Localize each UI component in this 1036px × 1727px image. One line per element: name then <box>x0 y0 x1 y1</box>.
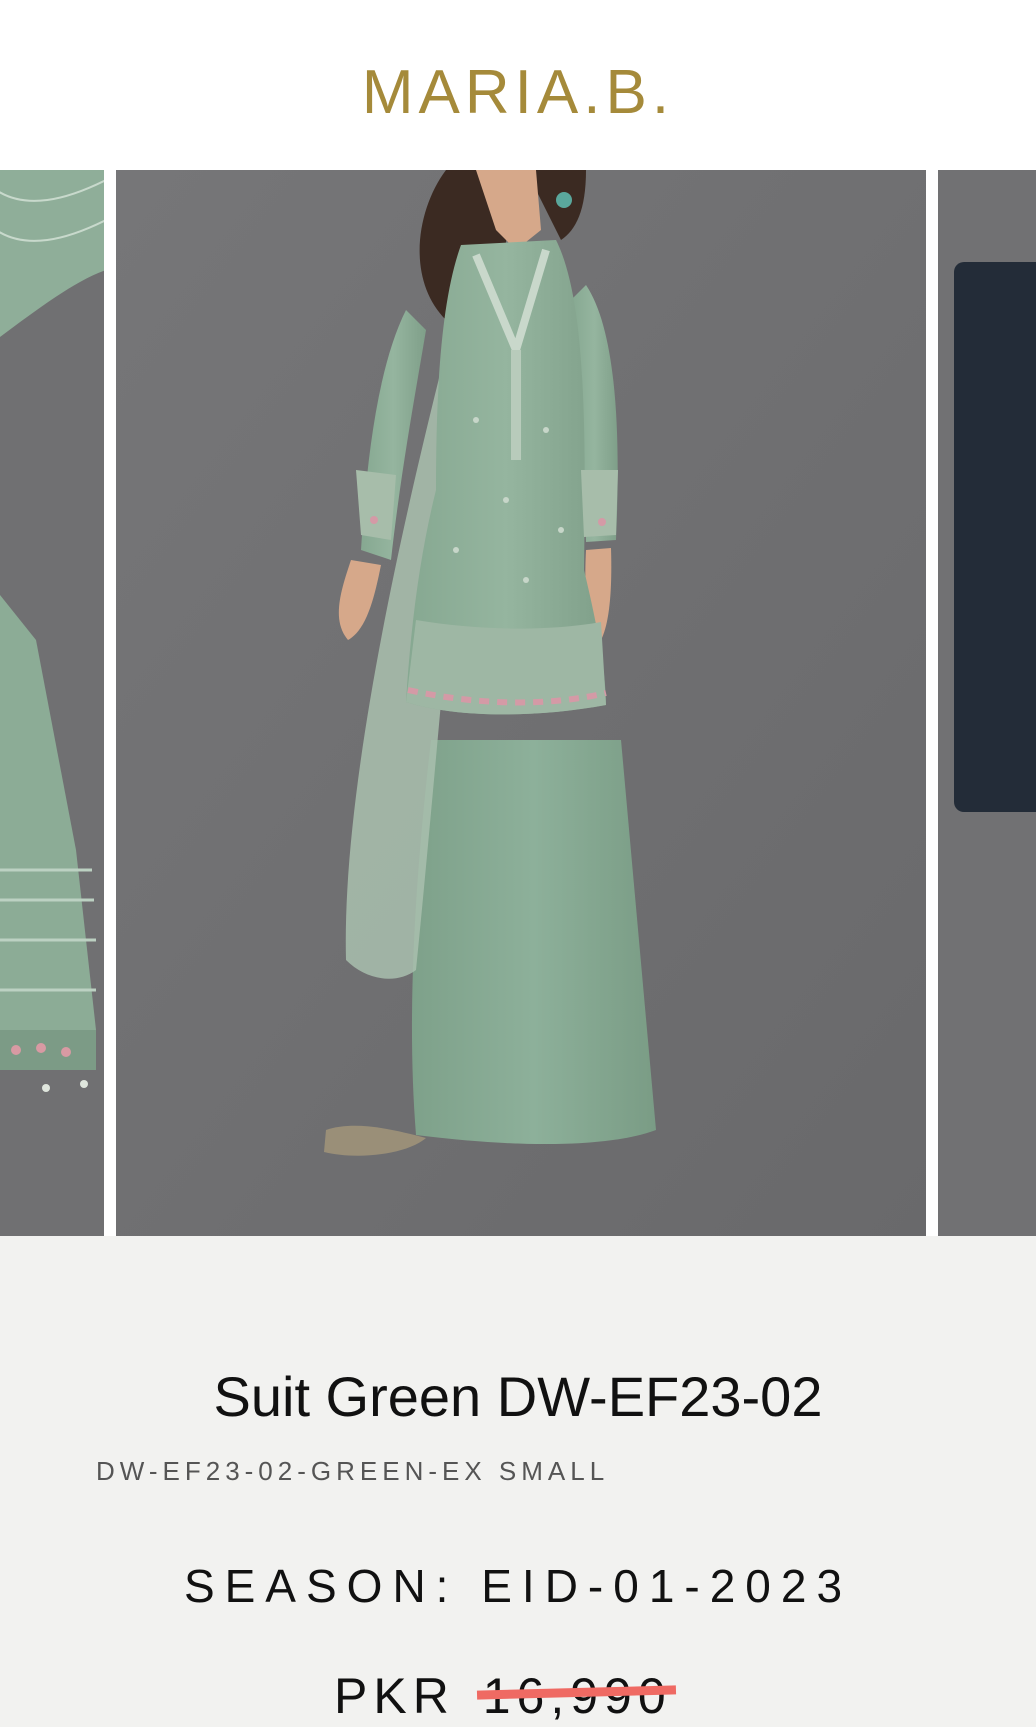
season-value: EID-01-2023 <box>481 1560 853 1612</box>
product-title: Suit Green DW-EF23-02 <box>213 1365 823 1428</box>
price-row: PKR 16,990 <box>334 1666 672 1726</box>
price-currency: PKR <box>334 1668 455 1724</box>
product-season: SEASON: EID-01-2023 <box>0 1558 1036 1614</box>
brand-logo[interactable]: MARIA.B. <box>0 58 1036 128</box>
season-label: SEASON: <box>183 1560 459 1612</box>
previous-product-image[interactable] <box>0 170 104 1236</box>
main-product-image[interactable] <box>116 170 926 1236</box>
product-sku: DW-EF23-02-GREEN-EX SMALL <box>96 1456 610 1486</box>
original-price-strikethrough: 16,990 <box>482 1668 672 1724</box>
product-image-carousel[interactable] <box>0 170 1036 1236</box>
header: MARIA.B. <box>0 0 1036 170</box>
side-overlay-panel <box>954 262 1036 812</box>
